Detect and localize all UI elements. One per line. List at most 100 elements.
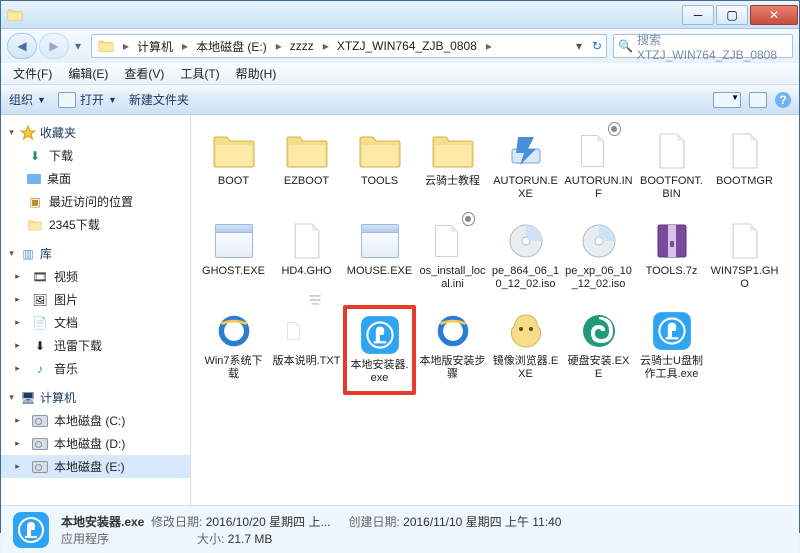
- file-icon: [577, 219, 621, 263]
- file-item[interactable]: BOOT: [197, 125, 270, 215]
- menu-file[interactable]: 文件(F): [5, 63, 60, 84]
- file-item[interactable]: 本地安装器.exe: [343, 305, 416, 395]
- search-placeholder: 搜索 XTZJ_WIN764_ZJB_0808: [637, 31, 788, 62]
- file-item[interactable]: BOOTMGR: [708, 125, 781, 215]
- preview-pane-button[interactable]: [749, 92, 767, 108]
- crumb-2[interactable]: zzzz: [284, 35, 321, 57]
- menu-edit[interactable]: 编辑(E): [60, 63, 116, 84]
- view-mode-button[interactable]: ▼: [713, 92, 741, 108]
- crumb-3[interactable]: XTZJ_WIN764_ZJB_0808: [331, 35, 484, 57]
- crumb-1[interactable]: 本地磁盘 (E:): [190, 35, 274, 57]
- file-item[interactable]: pe_xp_06_10_12_02.iso: [562, 215, 635, 305]
- file-item[interactable]: 云骑士教程: [416, 125, 489, 215]
- maximize-button[interactable]: ▢: [716, 5, 748, 25]
- open-button[interactable]: 打开 ▼: [58, 91, 117, 108]
- file-label: pe_xp_06_10_12_02.iso: [564, 265, 633, 291]
- file-item[interactable]: Win7系统下载: [197, 305, 270, 395]
- file-icon: [285, 129, 329, 173]
- file-item[interactable]: 硬盘安装.EXE: [562, 305, 635, 395]
- file-item[interactable]: AUTORUN.EXE: [489, 125, 562, 215]
- file-label: AUTORUN.EXE: [491, 175, 560, 201]
- file-item[interactable]: 云骑士U盘制作工具.exe: [635, 305, 708, 395]
- menu-help[interactable]: 帮助(H): [228, 63, 285, 84]
- menu-view[interactable]: 查看(V): [116, 63, 172, 84]
- lib-video[interactable]: ▸🎞视频: [1, 265, 190, 288]
- file-icon: [504, 219, 548, 263]
- lib-music[interactable]: ▸♪音乐: [1, 357, 190, 380]
- drive-d[interactable]: ▸本地磁盘 (D:): [1, 432, 190, 455]
- file-label: 硬盘安装.EXE: [564, 355, 633, 381]
- folder-title-icon: [7, 7, 23, 23]
- file-icon: [431, 309, 475, 353]
- computer-header[interactable]: ▾🖥计算机: [1, 386, 190, 409]
- file-icon: [212, 309, 256, 353]
- history-dropdown[interactable]: ▾: [71, 33, 85, 59]
- file-label: GHOST.EXE: [202, 265, 265, 278]
- crumb-0[interactable]: 计算机: [131, 35, 180, 57]
- file-item[interactable]: 镜像浏览器.EXE: [489, 305, 562, 395]
- file-label: EZBOOT: [284, 175, 329, 188]
- status-file-icon: [11, 510, 51, 550]
- file-item[interactable]: GHOST.EXE: [197, 215, 270, 305]
- organize-button[interactable]: 组织 ▼: [9, 91, 46, 108]
- search-input[interactable]: 🔍 搜索 XTZJ_WIN764_ZJB_0808: [613, 34, 793, 58]
- file-item[interactable]: MOUSE.EXE: [343, 215, 416, 305]
- file-item[interactable]: 本地版安装步骤: [416, 305, 489, 395]
- file-icon: [431, 129, 475, 173]
- close-button[interactable]: ✕: [750, 5, 798, 25]
- file-icon: [358, 129, 402, 173]
- breadcrumb[interactable]: ▸ 计算机 ▸ 本地磁盘 (E:) ▸ zzzz ▸ XTZJ_WIN764_Z…: [91, 34, 607, 58]
- file-label: pe_864_06_10_12_02.iso: [491, 265, 560, 291]
- drive-e[interactable]: ▸本地磁盘 (E:): [1, 455, 190, 478]
- help-icon[interactable]: ?: [775, 92, 791, 108]
- status-modified: 2016/10/20 星期四 上...: [206, 515, 331, 529]
- status-filetype: 应用程序: [61, 530, 109, 547]
- file-icon: [723, 219, 767, 263]
- fav-desktop[interactable]: 桌面: [1, 167, 190, 190]
- menu-tools[interactable]: 工具(T): [172, 63, 227, 84]
- file-icon: [358, 313, 402, 357]
- file-item[interactable]: TOOLS: [343, 125, 416, 215]
- file-item[interactable]: ━━━━━━━━版本说明.TXT: [270, 305, 343, 395]
- file-item[interactable]: TOOLS.7z: [635, 215, 708, 305]
- file-item[interactable]: HD4.GHO: [270, 215, 343, 305]
- file-icon: [431, 219, 475, 263]
- favorites-header[interactable]: ▾收藏夹: [1, 121, 190, 144]
- file-item[interactable]: BOOTFONT.BIN: [635, 125, 708, 215]
- fav-downloads[interactable]: ⬇下载: [1, 144, 190, 167]
- toolbar: 组织 ▼ 打开 ▼ 新建文件夹 ▼ ?: [1, 85, 799, 115]
- file-label: BOOTMGR: [716, 175, 773, 188]
- file-icon: [358, 219, 402, 263]
- libraries-header[interactable]: ▾▥库: [1, 242, 190, 265]
- file-label: 本地安装器.exe: [349, 359, 410, 385]
- lib-xunlei[interactable]: ▸⬇迅雷下载: [1, 334, 190, 357]
- file-icon: [650, 309, 694, 353]
- file-icon: [577, 309, 621, 353]
- file-grid[interactable]: BOOT EZBOOT TOOLS 云骑士教程AUTORUN.EXEAUTORUN.I…: [191, 115, 799, 505]
- navbar: ◀ ▶ ▾ ▸ 计算机 ▸ 本地磁盘 (E:) ▸ zzzz ▸ XTZJ_WI…: [1, 29, 799, 63]
- titlebar: ─ ▢ ✕: [1, 1, 799, 29]
- file-label: TOOLS: [361, 175, 398, 188]
- minimize-button[interactable]: ─: [682, 5, 714, 25]
- breadcrumb-dropdown[interactable]: ▾: [574, 39, 590, 53]
- file-label: Win7系统下载: [199, 355, 268, 381]
- file-item[interactable]: WIN7SP1.GHO: [708, 215, 781, 305]
- lib-pictures[interactable]: ▸🖼图片: [1, 288, 190, 311]
- lib-docs[interactable]: ▸📄文档: [1, 311, 190, 334]
- file-icon: [650, 219, 694, 263]
- file-item[interactable]: AUTORUN.INF: [562, 125, 635, 215]
- forward-button[interactable]: ▶: [39, 33, 69, 59]
- status-filename: 本地安装器.exe: [61, 515, 144, 529]
- file-label: 云骑士U盘制作工具.exe: [637, 355, 706, 381]
- file-item[interactable]: os_install_local.ini: [416, 215, 489, 305]
- file-label: 本地版安装步骤: [418, 355, 487, 381]
- file-item[interactable]: pe_864_06_10_12_02.iso: [489, 215, 562, 305]
- file-item[interactable]: EZBOOT: [270, 125, 343, 215]
- refresh-button[interactable]: ↻: [590, 39, 606, 53]
- fav-recent[interactable]: ▣最近访问的位置: [1, 190, 190, 213]
- fav-2345[interactable]: 2345下载: [1, 213, 190, 236]
- file-icon: [212, 219, 256, 263]
- newfolder-button[interactable]: 新建文件夹: [129, 91, 189, 108]
- back-button[interactable]: ◀: [7, 33, 37, 59]
- drive-c[interactable]: ▸本地磁盘 (C:): [1, 409, 190, 432]
